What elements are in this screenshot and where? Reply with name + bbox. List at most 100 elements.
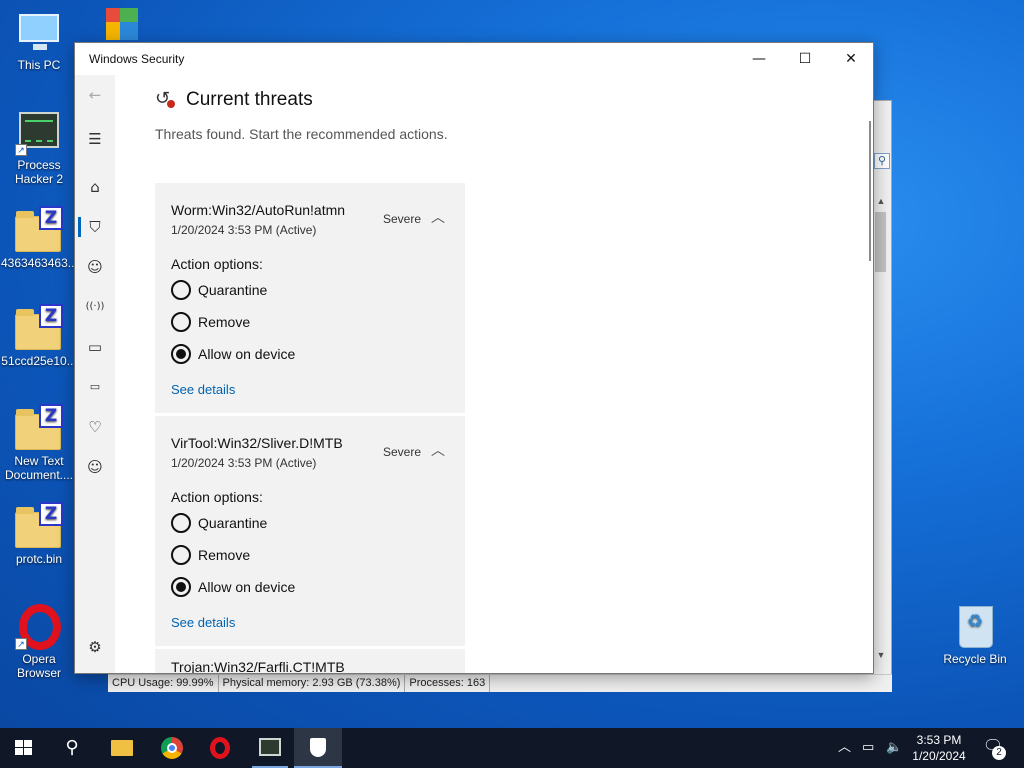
threat-date: 1/20/2024 3:53 PM (Active)	[171, 223, 317, 237]
desktop-icon-file-2[interactable]: Z 51ccd25e10...	[1, 304, 77, 368]
taskbar: ⚲ ︿ ▭ 🔈 3:53 PM 1/20/2024 🗨 2	[0, 728, 1024, 768]
desktop-icon-recycle-bin[interactable]: Recycle Bin	[937, 602, 1013, 666]
family-options-icon[interactable]: ☺	[83, 455, 107, 479]
recycle-bin-icon	[959, 606, 993, 648]
desktop-icon-process-hacker[interactable]: ↗ Process Hacker 2	[1, 108, 77, 186]
radio-label[interactable]: Allow on device	[198, 346, 295, 362]
shortcut-arrow-icon: ↗	[15, 144, 27, 156]
windows-security-window: Windows Security — ☐ ✕ ← ☰ ⌂ ⛉ ☺ ((·)) ▭…	[74, 42, 874, 674]
scroll-thumb[interactable]	[875, 212, 886, 272]
background-scrollbar[interactable]: ▲ ▼	[872, 196, 888, 664]
history-threat-icon: ↺	[155, 89, 175, 109]
threat-card: VirTool:Win32/Sliver.D!MTB 1/20/2024 3:5…	[155, 416, 465, 646]
radio-label[interactable]: Quarantine	[198, 515, 267, 531]
radio-quarantine[interactable]	[171, 513, 191, 533]
file-explorer-icon[interactable]	[98, 728, 146, 768]
chrome-icon[interactable]	[148, 728, 196, 768]
desktop-icon-label: Recycle Bin	[943, 652, 1007, 666]
zip-badge: Z	[39, 206, 63, 230]
desktop-icon-label: This PC	[17, 58, 61, 72]
clock-date: 1/20/2024	[912, 749, 966, 763]
clock[interactable]: 3:53 PM 1/20/2024	[900, 732, 978, 764]
desktop-icon-label: 4363463463...	[1, 256, 78, 270]
app-browser-control-icon[interactable]: ▭	[83, 335, 107, 359]
action-options-label: Action options:	[171, 256, 263, 272]
radio-quarantine[interactable]	[171, 280, 191, 300]
desktop-icon-label: protc.bin	[15, 552, 63, 566]
this-pc-icon	[19, 14, 59, 50]
threat-name: Trojan:Win32/Farfli.CT!MTB	[171, 659, 345, 673]
desktop-icon-label: Opera Browser	[16, 652, 61, 680]
opera-icon[interactable]	[196, 728, 244, 768]
process-count: Processes: 163	[405, 675, 491, 692]
severity-label: Severe	[383, 445, 422, 459]
page-title: Current threats	[186, 89, 313, 110]
desktop-icon-this-pc[interactable]: This PC	[1, 8, 77, 72]
chevron-up-icon[interactable]: ︿	[431, 440, 445, 460]
back-icon[interactable]: ←	[83, 83, 107, 107]
home-icon[interactable]: ⌂	[83, 175, 107, 199]
desktop-icon-file-3[interactable]: Z New Text Document....	[1, 404, 77, 482]
shortcut-arrow-icon: ↗	[15, 638, 27, 650]
scroll-up-icon[interactable]: ▲	[873, 196, 889, 210]
search-icon[interactable]: ⚲	[48, 728, 96, 768]
content-scrollbar[interactable]	[869, 121, 871, 261]
zip-badge: Z	[39, 502, 63, 526]
action-options-label: Action options:	[171, 489, 263, 505]
severity-label: Severe	[383, 212, 422, 226]
status-bar: CPU Usage: 99.99% Physical memory: 2.93 …	[108, 674, 892, 692]
radio-allow-on-device[interactable]	[171, 344, 191, 364]
close-button[interactable]: ✕	[828, 43, 874, 75]
threat-date: 1/20/2024 3:53 PM (Active)	[171, 456, 317, 470]
desktop-icon-opera[interactable]: ↗ Opera Browser	[1, 602, 77, 680]
radio-remove[interactable]	[171, 312, 191, 332]
firewall-network-icon[interactable]: ((·))	[83, 295, 107, 319]
threat-card: Worm:Win32/AutoRun!atmn 1/20/2024 3:53 P…	[155, 183, 465, 413]
notification-count-badge: 2	[992, 746, 1006, 760]
desktop-icon-label: Process Hacker 2	[14, 158, 64, 186]
menu-icon[interactable]: ☰	[83, 127, 107, 151]
process-hacker-icon	[19, 112, 59, 148]
see-details-link[interactable]: See details	[171, 382, 235, 397]
window-title: Windows Security	[89, 52, 185, 66]
zip-badge: Z	[39, 404, 63, 428]
minimize-button[interactable]: —	[736, 43, 782, 75]
desktop-icon-label: 51ccd25e10...	[1, 354, 77, 368]
windows-logo-icon	[15, 740, 33, 756]
device-health-icon[interactable]: ♡	[83, 415, 107, 439]
radio-label[interactable]: Remove	[198, 314, 250, 330]
threat-name: Worm:Win32/AutoRun!atmn	[171, 202, 346, 218]
title-bar[interactable]: Windows Security — ☐ ✕	[75, 43, 873, 75]
threat-card-partial: Trojan:Win32/Farfli.CT!MTB	[155, 649, 465, 673]
page-subtitle: Threats found. Start the recommended act…	[155, 126, 448, 142]
desktop-icon-file-4[interactable]: Z protc.bin	[1, 502, 77, 566]
radio-label[interactable]: Allow on device	[198, 579, 295, 595]
show-hidden-icons-chevron-icon[interactable]: ︿	[838, 728, 851, 768]
start-button[interactable]	[0, 728, 48, 768]
account-protection-icon[interactable]: ☺	[83, 255, 107, 279]
desktop-icon-label: New Text Document....	[4, 454, 74, 482]
nav-sidebar: ← ☰ ⌂ ⛉ ☺ ((·)) ▭ ▭ ♡ ☺ ⚙	[75, 75, 115, 673]
windows-security-icon[interactable]	[294, 728, 342, 768]
see-details-link[interactable]: See details	[171, 615, 235, 630]
radio-label[interactable]: Quarantine	[198, 282, 267, 298]
radio-remove[interactable]	[171, 545, 191, 565]
virus-protection-shield-icon[interactable]: ⛉	[78, 215, 107, 239]
main-content: ↺ Current threats Threats found. Start t…	[115, 75, 855, 673]
zip-badge: Z	[39, 304, 63, 328]
network-icon[interactable]: ▭	[862, 728, 874, 768]
threat-name: VirTool:Win32/Sliver.D!MTB	[171, 435, 343, 451]
device-security-icon[interactable]: ▭	[83, 375, 107, 399]
scroll-down-icon[interactable]: ▼	[873, 650, 889, 664]
radio-allow-on-device[interactable]	[171, 577, 191, 597]
cpu-usage: CPU Usage: 99.99%	[108, 675, 219, 692]
radio-label[interactable]: Remove	[198, 547, 250, 563]
process-hacker-icon[interactable]	[246, 728, 294, 768]
settings-gear-icon[interactable]: ⚙	[83, 635, 107, 659]
chevron-up-icon[interactable]: ︿	[431, 207, 445, 227]
search-icon[interactable]: ⚲	[874, 153, 890, 169]
physical-memory: Physical memory: 2.93 GB (73.38%)	[219, 675, 406, 692]
clock-time: 3:53 PM	[916, 733, 962, 747]
maximize-button[interactable]: ☐	[782, 43, 828, 75]
desktop-icon-file-1[interactable]: Z 4363463463...	[1, 206, 78, 270]
